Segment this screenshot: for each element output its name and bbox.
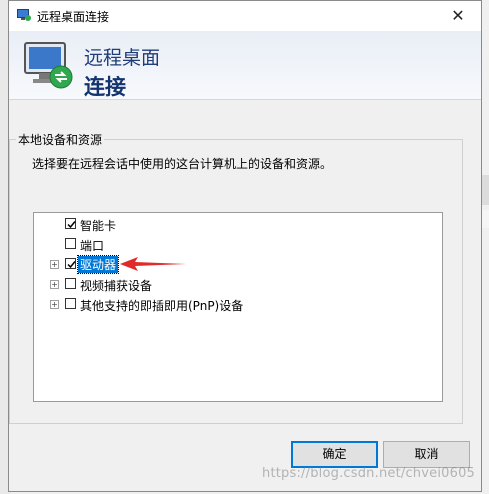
pnp-expand-icon[interactable]: + (50, 300, 59, 309)
remote-desktop-icon (17, 9, 31, 21)
video-capture-expand-icon[interactable]: + (50, 280, 59, 289)
drives-label[interactable]: 驱动器 (76, 255, 120, 274)
title-bar[interactable]: 远程桌面连接 ✕ (9, 1, 481, 31)
drives-expand-icon[interactable]: + (50, 260, 59, 269)
tree-item-ports[interactable]: 端口 (34, 235, 434, 253)
ok-button[interactable]: 确定 (291, 441, 378, 468)
ports-label[interactable]: 端口 (80, 237, 104, 254)
pnp-checkbox[interactable] (65, 298, 76, 309)
smartcard-label[interactable]: 智能卡 (80, 217, 116, 234)
header-title-line2: 连接 (84, 75, 126, 99)
close-icon: ✕ (451, 6, 465, 25)
group-title: 本地设备和资源 (16, 131, 105, 148)
check-icon (67, 221, 76, 229)
video-capture-label[interactable]: 视频捕获设备 (80, 277, 152, 294)
group-description: 选择要在远程会话中使用的这台计算机上的设备和资源。 (32, 157, 333, 171)
video-capture-checkbox[interactable] (65, 278, 76, 289)
red-arrow-annotation-icon (120, 257, 186, 271)
header-banner: 远程桌面 连接 (9, 31, 481, 100)
monitor-connection-icon (24, 42, 73, 89)
close-button[interactable]: ✕ (435, 1, 481, 31)
tree-item-drives[interactable]: + 驱动器 (34, 255, 434, 274)
window-title: 远程桌面连接 (37, 10, 110, 24)
watermark: https://blog.csdn.net/chvei0605 (262, 466, 476, 481)
check-icon (67, 261, 76, 269)
drives-checkbox[interactable] (65, 258, 76, 269)
device-tree[interactable]: 智能卡 端口 + 驱动器 + 视频捕获设备 + 其他支持的即插即用(PnP)设备 (33, 212, 443, 402)
pnp-label[interactable]: 其他支持的即插即用(PnP)设备 (80, 297, 243, 314)
tree-item-smartcard[interactable]: 智能卡 (34, 215, 434, 233)
tree-item-video-capture[interactable]: + 视频捕获设备 (34, 275, 434, 293)
cancel-button[interactable]: 取消 (383, 441, 470, 468)
tree-item-pnp-devices[interactable]: + 其他支持的即插即用(PnP)设备 (34, 295, 434, 313)
ports-checkbox[interactable] (65, 238, 76, 249)
header-title-line1: 远程桌面 (84, 47, 161, 69)
smartcard-checkbox[interactable] (65, 218, 76, 229)
